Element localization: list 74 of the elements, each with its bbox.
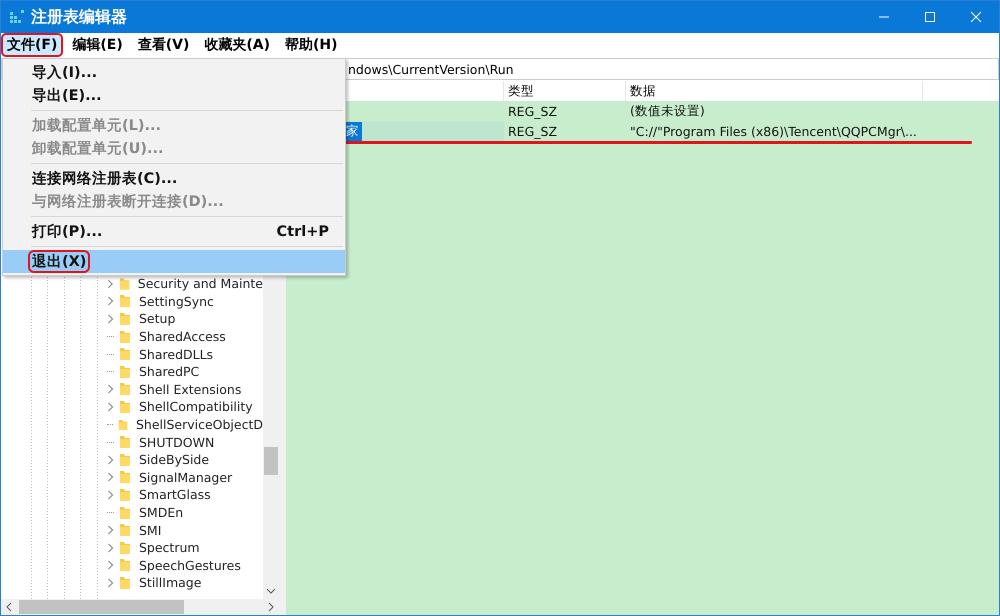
tree-item[interactable]: SettingSync [139,294,214,309]
tree-item[interactable]: ShellCompatibility [139,399,253,414]
menu-item[interactable]: 打印(P)... Ctrl+P [3,220,345,243]
tree-item[interactable]: ShellServiceObjectD [136,417,263,432]
folder-icon [119,312,131,326]
tree-item[interactable]: SharedDLLs [139,346,214,362]
tree-item[interactable]: Shell Extensions [139,382,242,397]
expand-chevron-icon[interactable] [107,490,114,500]
folder-icon [119,364,131,379]
table-cell: "C://"Program Files (x86)\Tencent\QQPCMgr\... [630,124,917,138]
expand-chevron-icon[interactable] [107,278,114,289]
window-title: 注册表编辑器 [31,6,127,28]
menu-item[interactable]: 导出(E)... [3,84,345,107]
folder-icon [118,276,130,291]
highlight-outline: 退出(X) [28,250,90,273]
expand-chevron-icon[interactable] [107,402,114,412]
menu-item[interactable]: 查看(V) [132,33,196,57]
menu-item[interactable]: 收藏夹(A) [198,33,276,57]
table-cell: REG_SZ [508,124,558,138]
menu-item[interactable]: 编辑(E) [66,33,129,57]
folder-icon [119,452,131,467]
folder-icon [119,382,131,396]
expand-chevron-icon[interactable] [107,525,114,536]
tree-item[interactable]: SMI [139,522,162,538]
folder-icon [119,294,131,308]
expand-chevron-icon[interactable] [107,314,114,324]
shortcut-text: Ctrl+P [276,224,329,240]
menu-item[interactable]: 退出(X) [3,250,345,273]
tree-item[interactable]: SMDEn [139,505,184,520]
tree-item[interactable]: Spectrum [139,540,200,556]
folder-icon [119,347,131,362]
scroll-right-icon[interactable] [267,602,275,612]
folder-icon [119,506,131,520]
scroll-thumb[interactable] [264,447,278,475]
expand-chevron-icon[interactable] [107,560,114,570]
tree-item[interactable]: StillImage [139,575,202,590]
menu-item[interactable]: 连接网络注册表(C)... [3,167,345,190]
folder-icon [119,540,131,555]
expand-chevron-icon[interactable] [107,472,114,482]
menu-item[interactable]: 帮助(H) [279,33,344,57]
folder-icon [119,330,131,344]
folder-icon [119,400,131,414]
scroll-down-icon[interactable] [266,587,276,595]
folder-icon [119,470,131,484]
folder-icon [119,558,131,572]
tree-item[interactable]: SmartGlass [139,487,211,502]
folder-icon [119,488,131,502]
tree-item[interactable]: SpeechGestures [139,558,241,573]
app-icon [9,9,25,25]
folder-icon [119,435,131,450]
column-header[interactable]: 数据 [630,82,656,100]
table-cell: (数值未设置) [630,102,705,120]
expand-chevron-icon[interactable] [107,454,114,465]
column-header[interactable]: 类型 [508,82,534,100]
tree-item[interactable]: SideBySide [139,452,210,468]
close-icon [970,11,982,23]
tree-item[interactable]: SignalManager [139,470,232,485]
tree-item[interactable]: SharedPC [139,364,200,380]
tree-item[interactable]: Security and Mainte [138,276,263,292]
table-cell: REG_SZ [508,104,558,118]
tree-item[interactable]: Setup [139,311,176,326]
folder-icon [118,418,128,432]
scroll-left-icon[interactable] [5,602,13,612]
tree-item[interactable]: SHUTDOWN [139,434,214,450]
folder-icon [119,523,131,538]
menu-item[interactable]: 文件(F) [1,33,64,57]
folder-icon [119,576,131,590]
expand-chevron-icon[interactable] [107,384,114,394]
expand-chevron-icon[interactable] [107,578,114,588]
horizontal-scrollbar[interactable] [1,599,279,615]
expand-chevron-icon[interactable] [107,296,114,306]
maximize-icon [924,11,936,23]
tree-item[interactable]: SharedAccess [139,329,226,344]
expand-chevron-icon[interactable] [107,542,114,553]
